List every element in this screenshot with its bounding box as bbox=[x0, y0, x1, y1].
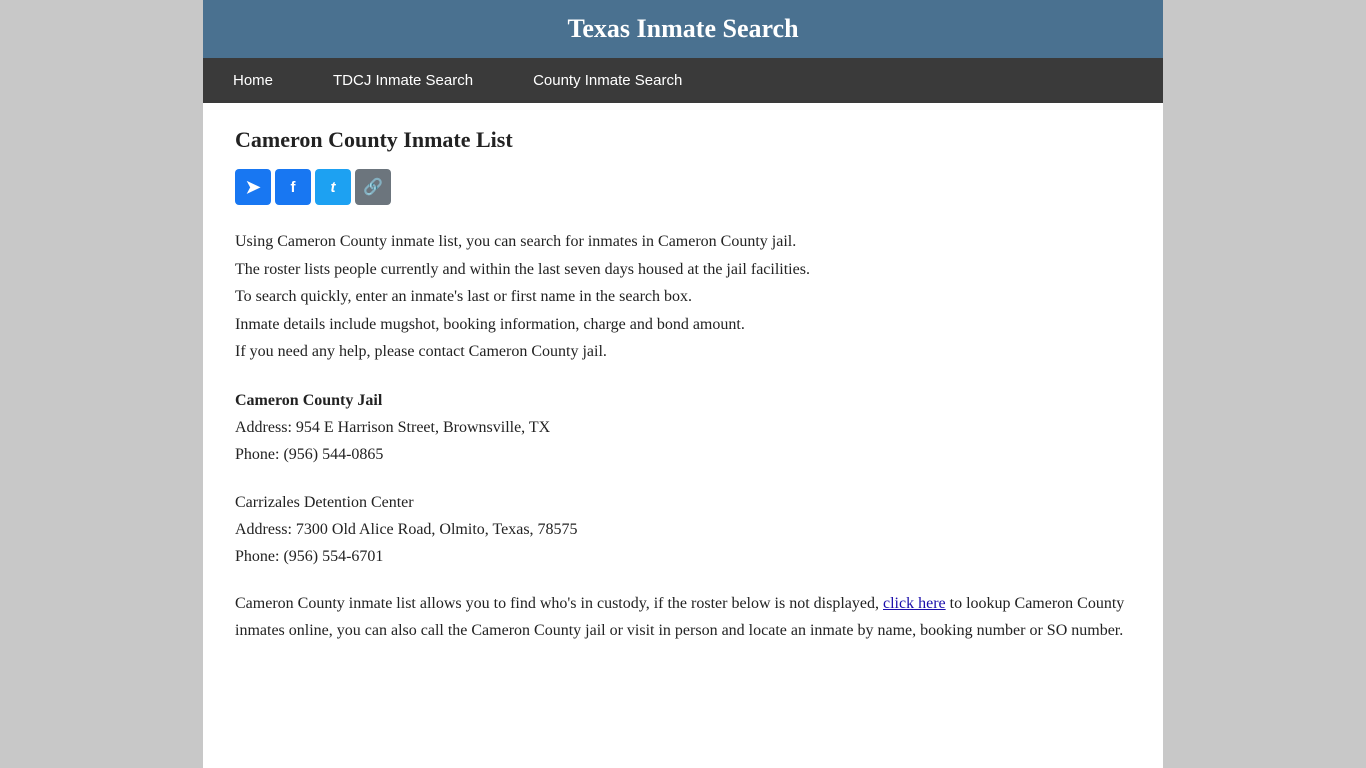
description-block: Using Cameron County inmate list, you ca… bbox=[235, 229, 1131, 365]
description-line-4: Inmate details include mugshot, booking … bbox=[235, 312, 1131, 338]
main-nav: Home TDCJ Inmate Search County Inmate Se… bbox=[203, 58, 1163, 103]
bottom-text-before: Cameron County inmate list allows you to… bbox=[235, 595, 883, 612]
description-line-1: Using Cameron County inmate list, you ca… bbox=[235, 229, 1131, 255]
site-title: Texas Inmate Search bbox=[223, 14, 1143, 44]
description-line-5: If you need any help, please contact Cam… bbox=[235, 339, 1131, 365]
jail-1-name: Cameron County Jail bbox=[235, 387, 1131, 414]
content-area: Cameron County Inmate List ➤ f t 🔗 Using… bbox=[203, 103, 1163, 684]
facebook-button[interactable]: f bbox=[275, 169, 311, 205]
jail-1-address: Address: 954 E Harrison Street, Brownsvi… bbox=[235, 414, 1131, 441]
jail-2-phone: Phone: (956) 554-6701 bbox=[235, 543, 1131, 570]
nav-county[interactable]: County Inmate Search bbox=[503, 58, 712, 103]
share-icon: ➤ bbox=[245, 177, 260, 198]
social-buttons: ➤ f t 🔗 bbox=[235, 169, 1131, 205]
description-line-2: The roster lists people currently and wi… bbox=[235, 257, 1131, 283]
site-header: Texas Inmate Search bbox=[203, 0, 1163, 58]
jail-2-address: Address: 7300 Old Alice Road, Olmito, Te… bbox=[235, 516, 1131, 543]
nav-home[interactable]: Home bbox=[203, 58, 303, 103]
page-heading: Cameron County Inmate List bbox=[235, 127, 1131, 153]
bottom-paragraph: Cameron County inmate list allows you to… bbox=[235, 590, 1131, 644]
jail-block-1: Cameron County Jail Address: 954 E Harri… bbox=[235, 387, 1131, 469]
jail-block-2: Carrizales Detention Center Address: 730… bbox=[235, 489, 1131, 571]
jail-2-name: Carrizales Detention Center bbox=[235, 489, 1131, 516]
copy-link-icon: 🔗 bbox=[363, 177, 383, 197]
copy-link-button[interactable]: 🔗 bbox=[355, 169, 391, 205]
nav-tdcj[interactable]: TDCJ Inmate Search bbox=[303, 58, 503, 103]
facebook-icon: f bbox=[291, 179, 296, 196]
share-button[interactable]: ➤ bbox=[235, 169, 271, 205]
jail-1-phone: Phone: (956) 544-0865 bbox=[235, 441, 1131, 468]
twitter-icon: t bbox=[331, 179, 336, 196]
twitter-button[interactable]: t bbox=[315, 169, 351, 205]
description-line-3: To search quickly, enter an inmate's las… bbox=[235, 284, 1131, 310]
click-here-link[interactable]: click here bbox=[883, 595, 946, 612]
